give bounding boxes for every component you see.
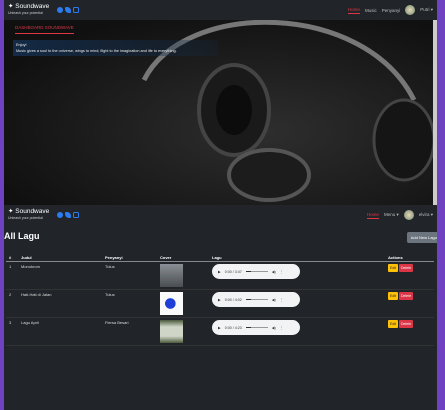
col-judul: Judul (18, 254, 102, 262)
twitter-icon[interactable] (65, 212, 72, 218)
user-name: elvira (418, 212, 430, 217)
audio-player[interactable]: ▶ 0:00 / 4:23 ◀) ⋮ (212, 320, 300, 335)
singer: Tulus (102, 289, 157, 318)
col-penyanyi: Penyanyi (102, 254, 157, 262)
singer: Tulus (102, 261, 157, 290)
brand[interactable]: ✦ Soundwave Unleash your potential (8, 208, 49, 222)
edit-button[interactable]: Edit (388, 292, 399, 300)
nav-menu[interactable]: Menu ▾ (384, 212, 399, 218)
song-title: Lagu April (18, 317, 102, 346)
user-menu[interactable]: elvira ▾ (419, 212, 433, 218)
add-new-lagu-button[interactable]: Add New Lagu (406, 232, 437, 243)
user-name: Putri (420, 7, 430, 12)
avatar[interactable] (403, 210, 414, 220)
play-icon[interactable]: ▶ (218, 270, 221, 274)
twitter-icon[interactable] (65, 7, 72, 13)
facebook-icon[interactable] (57, 7, 64, 13)
quote-text: Music gives a soul to the universe, wing… (16, 49, 177, 53)
cover-image (160, 320, 183, 343)
tagline: Unleash your potential (8, 11, 43, 15)
more-icon[interactable]: ⋮ (280, 298, 284, 302)
instagram-icon[interactable] (73, 7, 80, 13)
menu-label: Menu (383, 212, 396, 217)
audio-player[interactable]: ▶ 0:00 / 3:47 ◀) ⋮ (212, 264, 300, 279)
song-title: Hati-Hati di Jalan (18, 289, 102, 318)
seek-slider[interactable] (245, 271, 268, 272)
play-icon[interactable]: ▶ (218, 326, 221, 330)
welcome-message: Enjoy! Music gives a soul to the univers… (13, 40, 218, 56)
delete-button[interactable]: Delete (399, 292, 414, 300)
volume-icon[interactable]: ◀) (272, 298, 276, 302)
audio-time: 0:00 / 3:47 (224, 269, 242, 274)
dashboard-screen: ✦ Soundwave Unleash your potential Home M… (4, 0, 437, 205)
nav-home[interactable]: Home (366, 212, 379, 219)
table-row: 2 Hati-Hati di Jalan Tulus ▶ 0:00 / 4:02 ◀… (6, 289, 434, 318)
delete-button[interactable]: Delete (399, 320, 414, 328)
songs-screen: ✦ Soundwave Unleash your potential Home M… (4, 205, 437, 410)
tagline: Unleash your potential (8, 216, 43, 220)
play-icon[interactable]: ▶ (218, 298, 221, 302)
brand-name: Soundwave (15, 208, 50, 215)
navbar: ✦ Soundwave Unleash your potential Home M… (4, 0, 437, 20)
brand[interactable]: ✦ Soundwave Unleash your potential (8, 3, 49, 17)
row-number: 2 (6, 289, 18, 318)
audio-time: 0:00 / 4:23 (224, 325, 242, 330)
cover-image (160, 264, 183, 287)
table-row: 3 Lagu April Fiersa Besari ▶ 0:00 / 4:23 ◀… (6, 317, 434, 346)
table-row: 1 Monokrom Tulus ▶ 0:00 / 3:47 ◀) ⋮ Edit Del… (6, 261, 434, 290)
row-number: 1 (6, 261, 18, 290)
songs-table: # Judul Penyanyi Cover Lagu Actions 1 Mo… (6, 254, 434, 346)
user-menu[interactable]: Putri ▾ (420, 7, 433, 13)
audio-player[interactable]: ▶ 0:00 / 4:02 ◀) ⋮ (212, 292, 300, 307)
singer: Fiersa Besari (102, 317, 157, 346)
page-title: All Lagu (4, 231, 40, 241)
col-actions: Actions (385, 254, 434, 262)
nav-music[interactable]: Music (365, 8, 377, 13)
song-title: Monokrom (18, 261, 102, 290)
col-cover: Cover (157, 254, 209, 262)
edit-button[interactable]: Edit (388, 320, 399, 328)
audio-time: 0:00 / 4:02 (224, 297, 242, 302)
edit-button[interactable]: Edit (388, 264, 399, 272)
seek-slider[interactable] (245, 299, 268, 300)
more-icon[interactable]: ⋮ (280, 270, 284, 274)
col-no: # (6, 254, 18, 262)
more-icon[interactable]: ⋮ (280, 326, 284, 330)
scrollbar[interactable] (433, 20, 437, 205)
navbar: ✦ Soundwave Unleash your potential Home M… (4, 205, 437, 225)
dashboard-title: DASHBOARD SOUNDWAVE (15, 25, 74, 34)
cover-image (160, 292, 183, 315)
avatar[interactable] (405, 5, 416, 15)
nav-penyanyi[interactable]: Penyanyi (382, 8, 401, 13)
hero-image: DASHBOARD SOUNDWAVE Enjoy! Music gives a… (4, 20, 437, 205)
volume-icon[interactable]: ◀) (272, 270, 276, 274)
brand-name: Soundwave (15, 3, 50, 10)
nav-home[interactable]: Home (347, 7, 360, 14)
seek-slider[interactable] (245, 327, 268, 328)
delete-button[interactable]: Delete (399, 264, 414, 272)
col-lagu: Lagu (209, 254, 385, 262)
instagram-icon[interactable] (73, 212, 80, 218)
row-number: 3 (6, 317, 18, 346)
facebook-icon[interactable] (57, 212, 64, 218)
volume-icon[interactable]: ◀) (272, 326, 276, 330)
